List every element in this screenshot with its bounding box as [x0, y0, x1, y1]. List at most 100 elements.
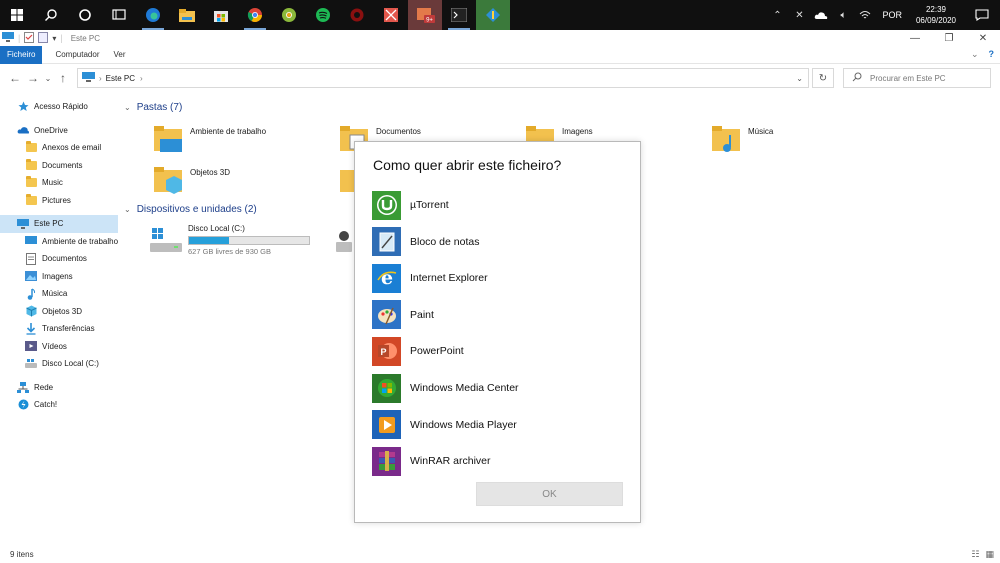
app-option-internet-explorer[interactable]: e Internet Explorer	[372, 263, 622, 293]
maximize-button[interactable]: ❐	[932, 30, 966, 46]
folder-icon	[25, 176, 37, 189]
notification-app-icon[interactable]: 9+	[408, 0, 442, 30]
action-center-icon[interactable]	[964, 0, 1000, 30]
app-option-torrent[interactable]: µTorrent	[372, 190, 622, 220]
status-bar: 9 itens ☷ ▦	[0, 545, 1000, 563]
red-box-app-icon[interactable]	[374, 0, 408, 30]
media-player-icon	[372, 410, 401, 440]
network-icon	[17, 381, 29, 393]
new-folder-icon[interactable]	[38, 31, 49, 45]
recent-locations-chevron-icon[interactable]: ⌄	[42, 66, 54, 90]
tab-ver[interactable]: Ver	[106, 46, 132, 64]
sidebar-item[interactable]: Documentos	[0, 250, 118, 268]
chevron-down-icon[interactable]: ⌄	[124, 205, 131, 214]
folder-tile-ambiente[interactable]: Ambiente de trabalho	[154, 123, 266, 157]
app-option-bloco-de-notas[interactable]: Bloco de notas	[372, 227, 622, 257]
refresh-button[interactable]: ↻	[812, 68, 834, 88]
windows-start-icon[interactable]	[0, 0, 34, 30]
tab-computador[interactable]: Computador	[48, 46, 106, 64]
catch-icon	[17, 399, 29, 411]
sidebar-item[interactable]: Transferências	[0, 320, 118, 338]
app-option-windows-media-player[interactable]: Windows Media Player	[372, 410, 622, 440]
sidebar-item[interactable]: Este PC	[0, 215, 118, 233]
sidebar-item[interactable]: Rede	[0, 379, 118, 397]
cortana-icon[interactable]	[68, 0, 102, 30]
help-icon[interactable]: ?	[989, 49, 995, 60]
ok-button[interactable]: OK	[476, 482, 623, 506]
sidebar-item[interactable]: Vídeos	[0, 338, 118, 356]
volume-icon[interactable]: 🔈︎	[832, 0, 854, 30]
properties-icon[interactable]	[24, 31, 35, 45]
chrome-canary-icon[interactable]	[272, 0, 306, 30]
network-icon[interactable]	[854, 0, 876, 30]
sidebar-item[interactable]: Pictures	[0, 192, 118, 210]
store-icon[interactable]	[204, 0, 238, 30]
drive-free-space: 627 GB livres de 930 GB	[188, 247, 271, 256]
forward-arrow-icon[interactable]: →	[24, 66, 42, 90]
sidebar-item-label: Ambiente de trabalho	[42, 236, 118, 246]
breadcrumb-chevron-icon[interactable]: ›	[140, 74, 143, 83]
ring-app-icon[interactable]	[340, 0, 374, 30]
folders-group-header[interactable]: ⌄ Pastas (7)	[124, 102, 182, 113]
task-view-icon[interactable]	[102, 0, 136, 30]
optical-drive-icon	[336, 228, 352, 256]
documents-icon	[25, 252, 37, 265]
sidebar-item[interactable]: Disco Local (C:)	[0, 355, 118, 373]
sidebar-item[interactable]: Objetos 3D	[0, 303, 118, 321]
large-icons-view-icon[interactable]: ▦	[985, 549, 994, 560]
app-label: Internet Explorer	[410, 272, 488, 285]
chevron-up-icon[interactable]: ⌃	[766, 0, 788, 30]
address-dropdown-icon[interactable]: ⌄	[796, 74, 803, 83]
edge-icon[interactable]	[136, 0, 170, 30]
sidebar-item[interactable]: Música	[0, 285, 118, 303]
app-option-windows-media-center[interactable]: Windows Media Center	[372, 373, 622, 403]
onedrive-cloud-icon[interactable]	[810, 0, 832, 30]
details-view-icon[interactable]: ☷	[971, 549, 979, 560]
app-option-powerpoint[interactable]: P PowerPoint	[372, 336, 622, 366]
app-option-winrar-archiver[interactable]: WinRAR archiver	[372, 446, 622, 476]
drive-tile-c[interactable]: Disco Local (C:) 627 GB livres de 930 GB	[150, 224, 310, 256]
app-option-paint[interactable]: Paint	[372, 300, 622, 330]
customize-quick-access-icon[interactable]: ▾	[52, 34, 56, 43]
sidebar-item[interactable]: OneDrive	[0, 122, 118, 140]
sidebar-item[interactable]: Ambiente de trabalho	[0, 233, 118, 251]
breadcrumb-este-pc[interactable]: Este PC	[106, 74, 135, 83]
sidebar-item[interactable]: Catch!	[0, 396, 118, 414]
breadcrumb-chevron-icon[interactable]: ›	[99, 74, 102, 83]
computer-icon	[2, 32, 14, 44]
search-box[interactable]: Procurar em Este PC	[843, 68, 991, 88]
back-arrow-icon[interactable]: ←	[6, 66, 24, 90]
sidebar-item[interactable]: Anexos de email	[0, 139, 118, 157]
close-button[interactable]: ✕	[966, 30, 1000, 46]
language-indicator[interactable]: POR	[876, 10, 908, 20]
folder-tile-objetos-3d[interactable]: Objetos 3D	[154, 164, 230, 198]
sidebar-item[interactable]: Documents	[0, 157, 118, 175]
tab-ficheiro[interactable]: Ficheiro	[0, 45, 43, 64]
drive-tile-partial[interactable]	[336, 228, 352, 256]
address-bar[interactable]: › Este PC › ⌄	[77, 68, 809, 88]
badge-count: 9+	[426, 18, 433, 24]
folder-tile-musica[interactable]: Música	[712, 123, 773, 157]
devices-group-header[interactable]: ⌄ Dispositivos e unidades (2)	[124, 204, 257, 215]
bluetooth-off-icon[interactable]: ✕	[788, 0, 810, 30]
terminal-icon[interactable]	[442, 0, 476, 30]
spotify-icon[interactable]	[306, 0, 340, 30]
sidebar-item[interactable]: Music	[0, 174, 118, 192]
sidebar-item[interactable]: Acesso Rápido	[0, 98, 118, 116]
chevron-down-icon[interactable]: ⌄	[124, 103, 131, 112]
expand-ribbon-icon[interactable]: ⌄	[971, 49, 979, 60]
search-icon[interactable]	[34, 0, 68, 30]
chrome-icon[interactable]	[238, 0, 272, 30]
sidebar-item-label: Documents	[42, 160, 83, 170]
app-label: Bloco de notas	[410, 235, 480, 248]
clock[interactable]: 22:39 06/09/2020	[908, 4, 964, 26]
music-folder-icon	[712, 123, 742, 157]
minimize-button[interactable]: —	[898, 30, 932, 46]
file-explorer-icon[interactable]	[170, 0, 204, 30]
folder-tile-partial[interactable]	[340, 164, 354, 198]
diamond-app-icon[interactable]	[476, 0, 510, 30]
up-arrow-icon[interactable]: ↑	[54, 66, 72, 90]
sidebar-item-label: Anexos de email	[42, 143, 102, 153]
sidebar-item[interactable]: Imagens	[0, 268, 118, 286]
taskbar: 9+ ⌃ ✕ 🔈︎ POR 22:39 06/09/2020	[0, 0, 1000, 30]
